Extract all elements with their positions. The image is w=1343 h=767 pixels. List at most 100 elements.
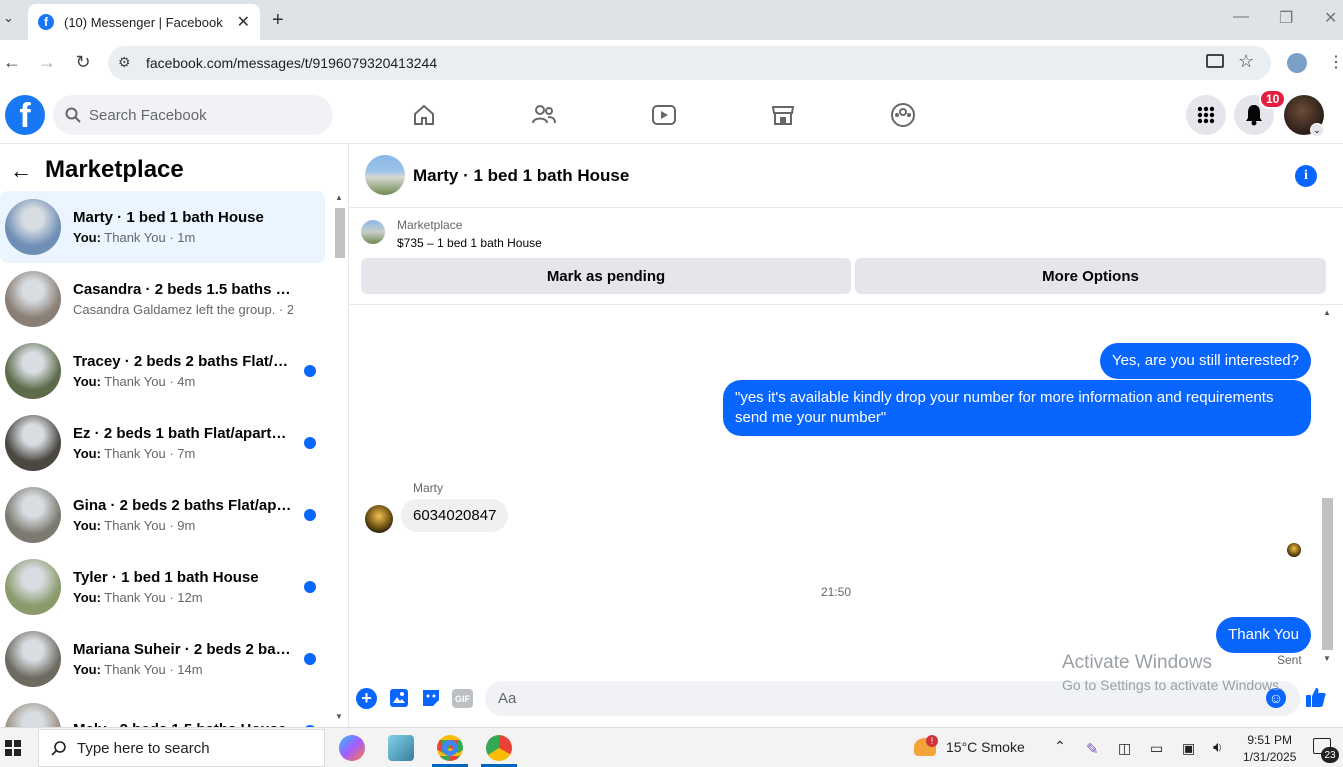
scroll-up-icon[interactable]: ▲ — [335, 193, 343, 202]
menu-grid-button[interactable] — [1186, 95, 1226, 135]
volume-icon[interactable]: 🔉︎ — [1213, 739, 1222, 756]
more-options-button[interactable]: More Options — [855, 258, 1326, 294]
facebook-search-input[interactable]: Search Facebook — [53, 95, 333, 135]
unread-dot — [304, 653, 316, 665]
video-nav-icon[interactable] — [649, 100, 679, 130]
photo-icon[interactable] — [389, 688, 411, 710]
minimize-icon[interactable]: — — [1233, 8, 1249, 26]
mark-as-pending-button[interactable]: Mark as pending — [361, 258, 851, 294]
file-explorer-icon[interactable] — [388, 735, 414, 761]
conversation-item[interactable]: Tracey · 2 beds 2 baths Flat/ap... You: T… — [0, 335, 325, 407]
outgoing-message[interactable]: Yes, are you still interested? — [1099, 343, 1311, 379]
add-attachment-icon[interactable]: + — [356, 688, 377, 709]
friends-nav-icon[interactable] — [529, 100, 559, 130]
conversation-item[interactable]: Casandra · 2 beds 1.5 baths House Casandr… — [0, 263, 325, 335]
scroll-down-icon[interactable]: ▼ — [1323, 654, 1331, 663]
search-placeholder: Search Facebook — [89, 106, 207, 124]
outgoing-message[interactable]: "yes it's available kindly drop your num… — [723, 380, 1311, 436]
close-window-icon[interactable]: ✕ — [1324, 8, 1337, 28]
outgoing-message[interactable]: Thank You — [1216, 617, 1311, 653]
chat-avatar[interactable] — [365, 155, 405, 195]
listing-thumbnail — [5, 487, 61, 543]
conversation-item[interactable]: Gina · 2 beds 2 baths Flat/apa... You: Th… — [0, 479, 325, 551]
new-tab-icon[interactable]: + — [272, 9, 284, 32]
activate-windows-title: Activate Windows — [1062, 652, 1212, 673]
conversation-snippet: You: Thank You · 12m — [73, 590, 293, 605]
listing-thumbnail[interactable] — [361, 220, 385, 244]
groups-nav-icon[interactable] — [888, 100, 918, 130]
account-chevron-icon[interactable]: ⌄ — [1310, 123, 1324, 137]
info-icon[interactable]: i — [1295, 165, 1317, 187]
forward-icon[interactable]: → — [36, 52, 58, 73]
meet-now-icon[interactable]: ◫ — [1118, 740, 1131, 757]
reload-icon[interactable]: ↻ — [72, 52, 94, 73]
conversation-scrollbar[interactable]: ▲ ▼ — [333, 193, 347, 723]
conversation-item[interactable]: Mariana Suheir · 2 beds 2 bat... You: Tha… — [0, 623, 325, 695]
scroll-down-icon[interactable]: ▼ — [335, 712, 343, 721]
battery-icon[interactable]: ▭ — [1150, 740, 1163, 757]
site-info-icon[interactable]: ⚙ — [118, 54, 131, 71]
browser-menu-icon[interactable]: ⋮ — [1328, 52, 1343, 72]
divider — [350, 304, 1343, 305]
address-bar[interactable]: ⚙ facebook.com/messages/t/91960793204132… — [108, 46, 1271, 80]
conversation-title: Tyler · 1 bed 1 bath House — [73, 569, 259, 586]
conversation-title: Marty · 1 bed 1 bath House — [73, 209, 264, 226]
conversation-snippet: You: Thank You · 7m — [73, 446, 293, 461]
incoming-message[interactable]: 6034020847 — [401, 499, 509, 532]
marketplace-nav-icon[interactable] — [768, 100, 798, 130]
like-icon[interactable] — [1305, 686, 1327, 708]
listing-thumbnail — [5, 559, 61, 615]
chrome-profile-icon[interactable] — [486, 735, 512, 761]
show-hidden-icons-chevron-icon[interactable]: ⌃ — [1054, 738, 1066, 755]
sender-avatar[interactable] — [365, 505, 393, 533]
snippet-text: Thank You · 7m — [100, 446, 196, 461]
unread-dot — [304, 365, 316, 377]
conversation-title: Gina · 2 beds 2 baths Flat/apa... — [73, 497, 293, 514]
conversation-scroll-thumb[interactable] — [335, 208, 345, 258]
back-icon[interactable]: ← — [1, 52, 23, 73]
scroll-up-icon[interactable]: ▲ — [1323, 308, 1331, 317]
copilot-icon[interactable] — [339, 735, 365, 761]
snippet-text: Casandra Galdamez left the group. · 2m — [73, 302, 293, 317]
tab-list-chevron-icon[interactable]: ⌄ — [3, 10, 14, 26]
taskbar-search-input[interactable]: Type here to search — [38, 729, 325, 767]
conversation-item[interactable]: Ez · 2 beds 1 bath Flat/apartm... You: Th… — [0, 407, 325, 479]
facebook-logo-icon[interactable]: f — [5, 95, 45, 135]
panel-title: Marketplace — [45, 156, 184, 183]
profile-icon[interactable] — [1287, 53, 1307, 73]
grid-icon — [1197, 106, 1215, 124]
sticker-icon[interactable] — [421, 688, 443, 710]
listing-price[interactable]: $735 – 1 bed 1 bath House — [397, 236, 542, 250]
windows-start-icon[interactable] — [5, 740, 21, 761]
network-icon[interactable]: ▣ — [1182, 740, 1195, 757]
conversation-text: Mariana Suheir · 2 beds 2 bat... You: Tha… — [73, 641, 293, 677]
conversation-item[interactable]: Marty · 1 bed 1 bath House You: Thank You… — [0, 191, 325, 263]
conversation-item[interactable]: Tyler · 1 bed 1 bath House You: Thank You… — [0, 551, 325, 623]
unread-dot — [304, 509, 316, 521]
conversation-text: Gina · 2 beds 2 baths Flat/apa... You: Th… — [73, 497, 293, 533]
conversation-text: Ez · 2 beds 1 bath Flat/apartm... You: Th… — [73, 425, 293, 461]
gif-icon[interactable]: GIF — [452, 689, 473, 708]
listing-thumbnail — [5, 631, 61, 687]
snippet-prefix: You: — [73, 662, 101, 677]
restore-icon[interactable]: ❐ — [1279, 8, 1293, 28]
snippet-text: Thank You · 1m — [100, 230, 196, 245]
clock-time: 9:51 PM — [1247, 733, 1293, 747]
close-tab-icon[interactable]: ✕ — [237, 12, 250, 32]
conversation-title: Casandra · 2 beds 1.5 baths House — [73, 281, 293, 298]
message-placeholder: Aa — [498, 690, 517, 707]
chrome-icon[interactable] — [437, 735, 463, 761]
back-arrow-icon[interactable]: ← — [10, 158, 32, 184]
chat-title[interactable]: Marty · 1 bed 1 bath House — [413, 166, 629, 186]
conversation-text: Tyler · 1 bed 1 bath House You: Thank You… — [73, 569, 293, 605]
install-app-icon[interactable] — [1206, 54, 1224, 68]
listing-thumbnail — [5, 271, 61, 327]
browser-tab[interactable]: f (10) Messenger | Facebook ✕ — [28, 4, 260, 40]
pen-icon[interactable]: ✎ — [1086, 740, 1099, 758]
home-nav-icon[interactable] — [409, 100, 439, 130]
conversation-snippet: You: Thank You · 9m — [73, 518, 293, 533]
taskbar-clock[interactable]: 9:51 PM 1/31/2025 — [1243, 732, 1296, 766]
bookmark-star-icon[interactable]: ☆ — [1238, 51, 1254, 72]
weather-text[interactable]: 15°C Smoke — [946, 739, 1025, 755]
messages-scroll-thumb[interactable] — [1322, 498, 1333, 650]
